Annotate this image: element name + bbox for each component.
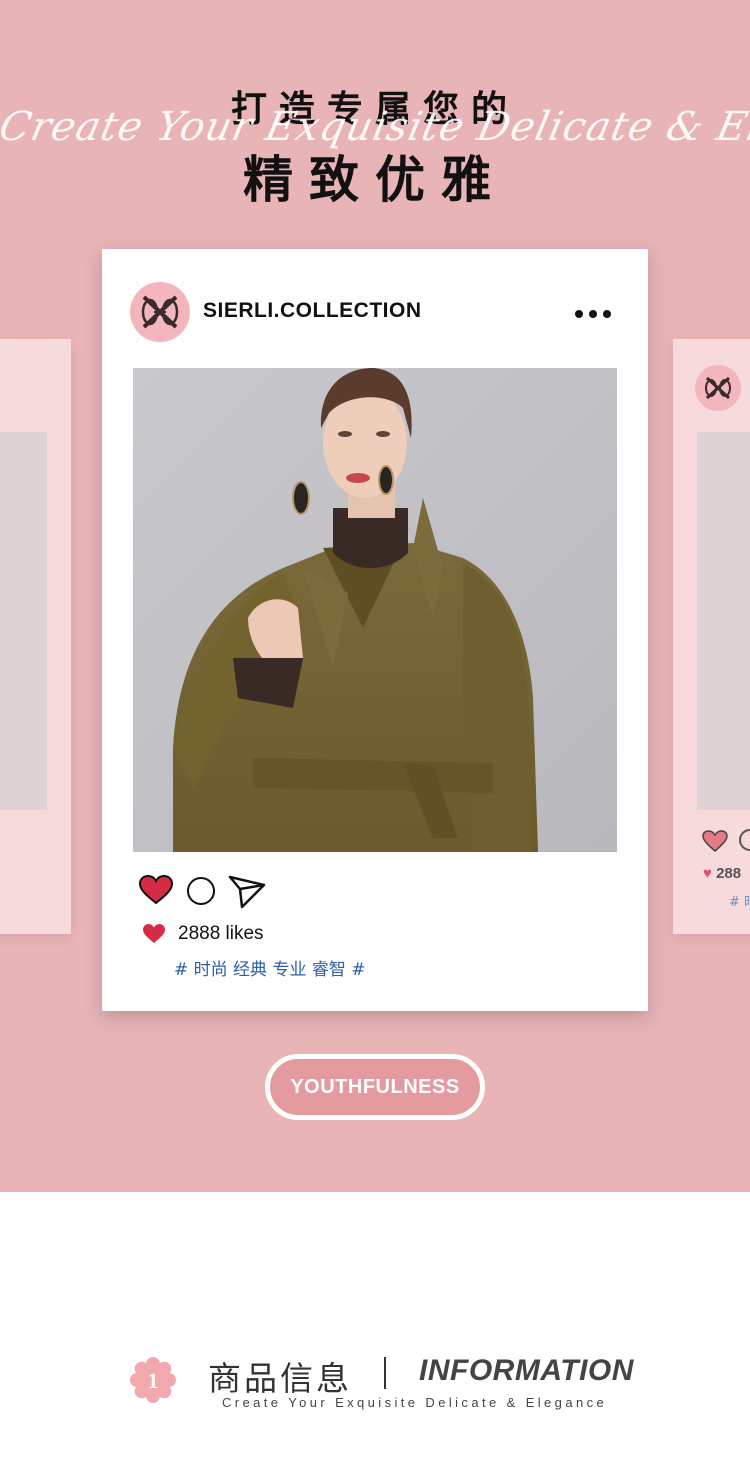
likes-count: 2888 likes (178, 923, 264, 944)
hero-section: 打造专属您的 Create Your Exquisite Delicate & … (0, 0, 750, 1192)
comment-icon[interactable] (187, 877, 215, 905)
post-photo (133, 368, 617, 852)
avatar[interactable] (130, 282, 190, 342)
side-hashtag-text: # 时 (729, 895, 750, 910)
youthfulness-badge[interactable]: YOUTHFULNESS (265, 1054, 485, 1120)
heart-icon (143, 924, 165, 943)
heart-icon[interactable] (138, 874, 174, 906)
info-title-en: INFORMATION (419, 1354, 634, 1387)
info-title-cn: 商品信息 (208, 1359, 352, 1398)
post-card: SIERLI.COLLECTION 2888 likes # 时尚 经典 专业 … (102, 249, 648, 1011)
hashtag-line[interactable]: # 时尚 经典 专业 睿智 # (174, 955, 366, 980)
side-card-right-photo (697, 432, 750, 810)
side-likes-text: ♥ 288 (703, 865, 742, 882)
more-horizontal-icon[interactable] (575, 307, 615, 321)
headline-bottom: 精致优雅 (243, 151, 507, 209)
brand-logo-icon (695, 365, 741, 411)
info-number: 1 (148, 1368, 159, 1393)
likes-row: 2888 likes (142, 921, 264, 947)
comment-icon (739, 829, 750, 851)
side-card-left-photo (0, 432, 47, 810)
model-photo-illustration (133, 368, 617, 852)
info-subtitle: Create Your Exquisite Delicate & Eleganc… (222, 1395, 608, 1410)
flower-number-icon: 1 (130, 1357, 176, 1403)
brand-logo-icon (141, 295, 179, 329)
youthfulness-label: YOUTHFULNESS (290, 1075, 460, 1098)
side-card-right: ♥ 288 # 时 (673, 339, 750, 934)
side-card-left (0, 339, 71, 934)
heart-icon (702, 830, 728, 852)
send-icon[interactable] (228, 875, 266, 909)
post-actions (138, 874, 278, 910)
post-username[interactable]: SIERLI.COLLECTION (203, 299, 422, 323)
info-divider (384, 1357, 386, 1389)
